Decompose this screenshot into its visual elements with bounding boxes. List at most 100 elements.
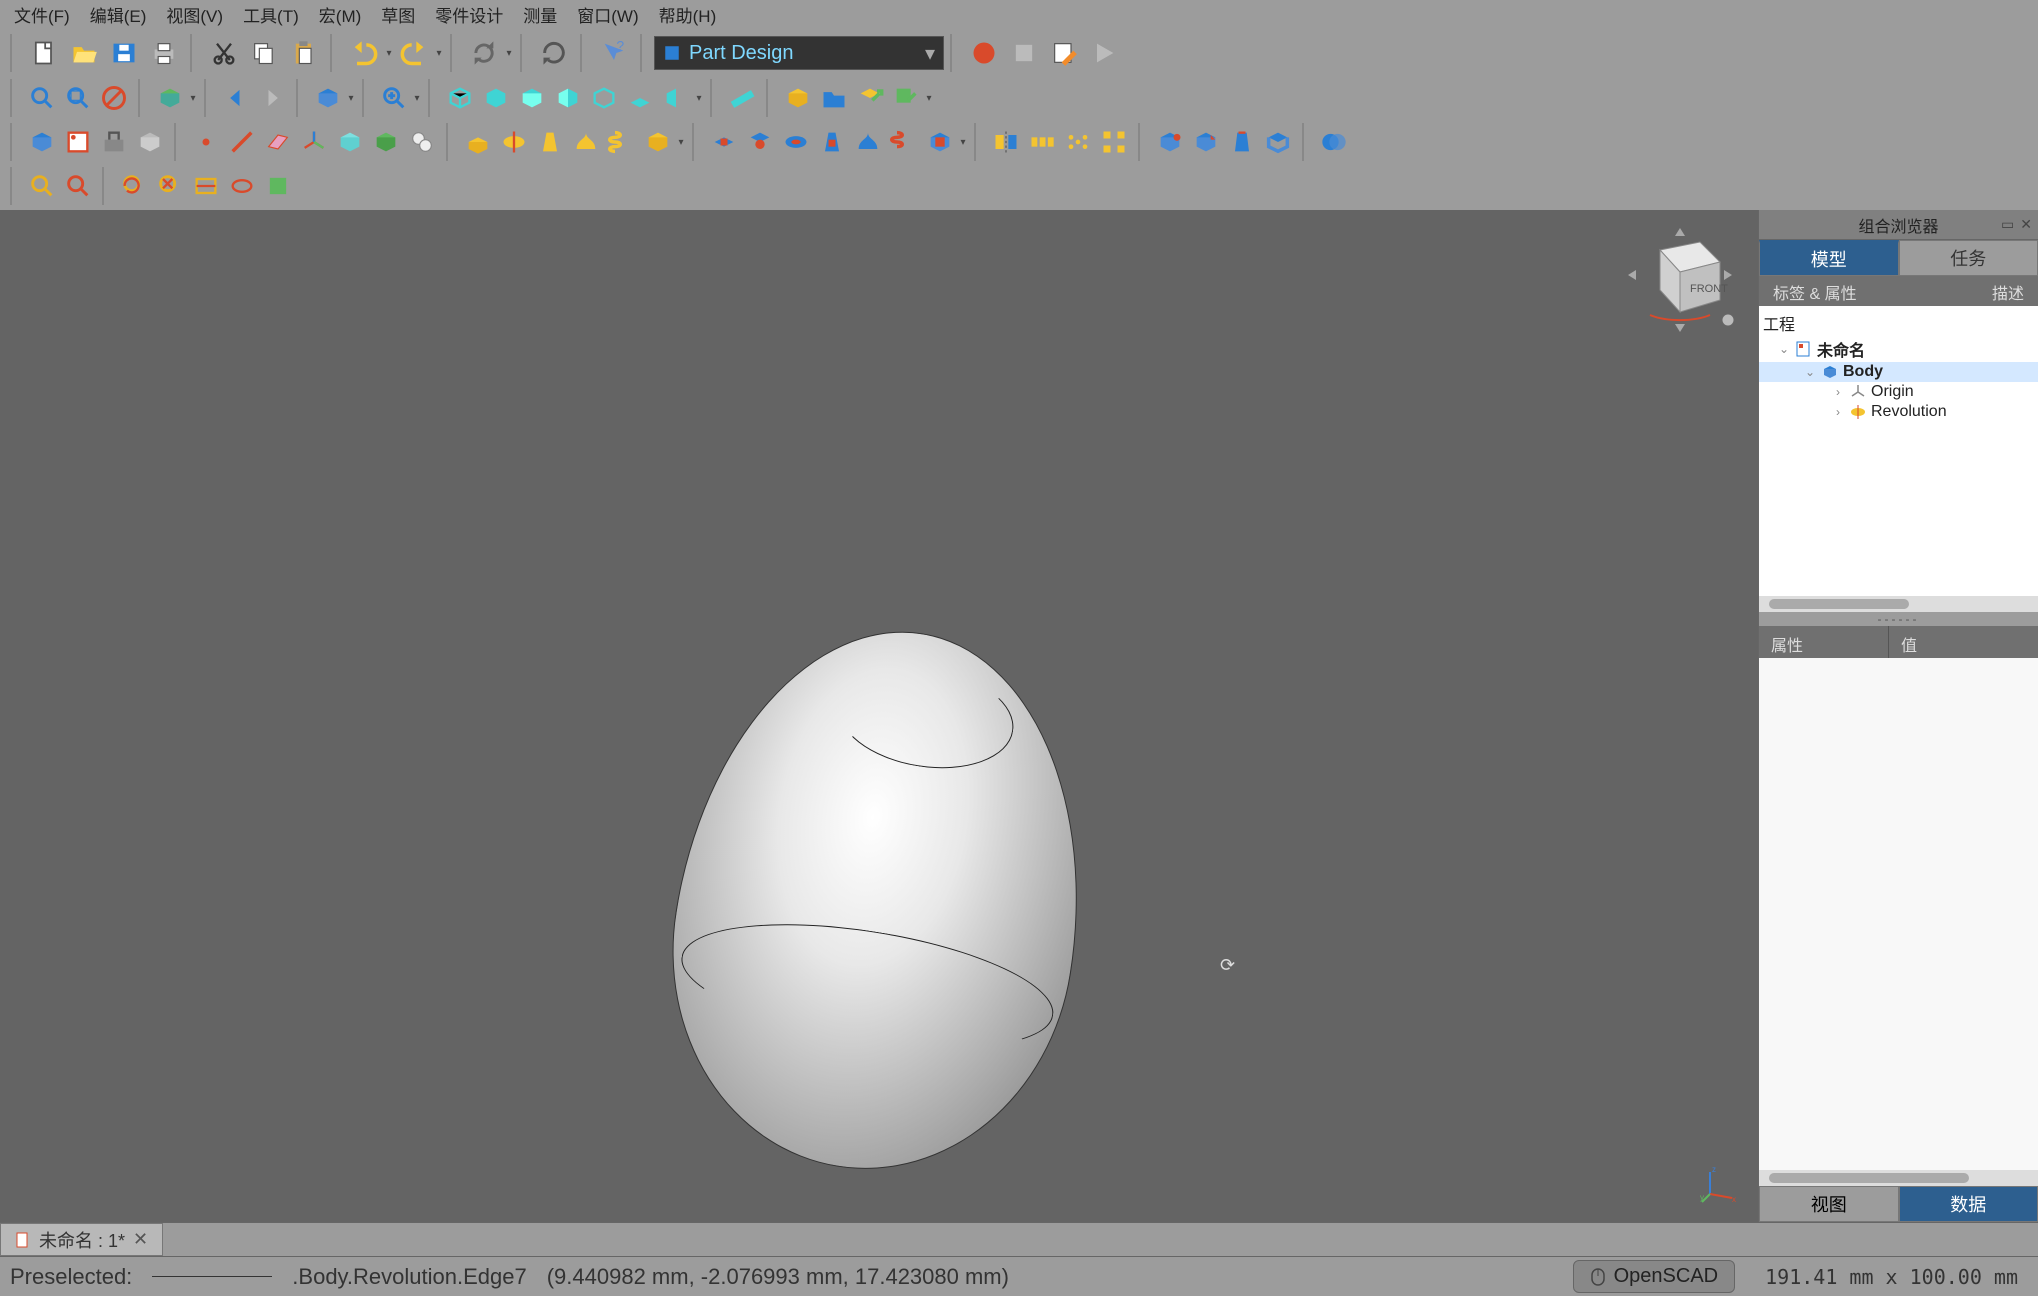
nav-back-button[interactable] [218,80,254,116]
view-rear-button[interactable] [586,80,622,116]
measure-refresh-button[interactable] [116,168,152,204]
linear-pattern-button[interactable] [1024,124,1060,160]
mirror-button[interactable] [988,124,1024,160]
link-view-dropdown[interactable]: ▾ [346,93,356,104]
model-tree[interactable]: 工程 ⌄ 未命名 ⌄ Body › Origin › Revolution [1759,306,2038,596]
expander-icon[interactable]: › [1831,385,1845,399]
sweep-button[interactable] [568,124,604,160]
pocket-button[interactable] [706,124,742,160]
tree-body[interactable]: ⌄ Body [1759,362,2038,382]
expander-icon[interactable]: ⌄ [1803,365,1817,379]
measure-clear-button[interactable] [152,168,188,204]
datum-plane-button[interactable] [260,124,296,160]
groove-button[interactable] [778,124,814,160]
new-file-button[interactable] [24,33,64,73]
zoom-fit-button[interactable] [24,80,60,116]
additive-primitive-dropdown[interactable]: ▾ [676,137,686,148]
subtractive-primitive-dropdown[interactable]: ▾ [958,137,968,148]
boolean-button[interactable] [1316,124,1352,160]
map-sketch-button[interactable] [132,124,168,160]
recompute-button[interactable] [534,33,574,73]
helix-button[interactable] [604,124,640,160]
zoom-selection-button[interactable] [60,80,96,116]
measure-toggle-3d-button[interactable] [224,168,260,204]
revolution-button[interactable] [496,124,532,160]
menu-view[interactable]: 视图(V) [156,0,233,31]
expander-icon[interactable]: ⌄ [1777,342,1791,356]
group-button[interactable] [816,80,852,116]
tab-model[interactable]: 模型 [1759,240,1899,276]
revolution-solid[interactable] [680,630,1080,1170]
view-bottom-button[interactable] [622,80,658,116]
create-sketch-button[interactable] [60,124,96,160]
menu-help[interactable]: 帮助(H) [649,0,727,31]
refresh-button[interactable] [464,33,504,73]
measure-toggle-all-button[interactable] [188,168,224,204]
tree-document[interactable]: ⌄ 未命名 [1759,336,2038,362]
fillet-button[interactable] [1152,124,1188,160]
menu-tools[interactable]: 工具(T) [233,0,309,31]
polar-pattern-button[interactable] [1060,124,1096,160]
panel-splitter[interactable]: ------ [1759,612,2038,626]
additive-primitive-button[interactable] [640,124,676,160]
link-actions-dropdown[interactable]: ▾ [924,93,934,104]
subshapebinder-button[interactable] [368,124,404,160]
property-col-value[interactable]: 值 [1889,626,1929,658]
open-file-button[interactable] [64,33,104,73]
subtractive-primitive-button[interactable] [922,124,958,160]
navigation-cube[interactable]: FRONT [1620,220,1740,340]
measure-linear-button[interactable] [24,168,60,204]
zoom-in-dropdown[interactable]: ▾ [412,93,422,104]
shapebinder-button[interactable] [332,124,368,160]
macro-play-button[interactable] [1084,33,1124,73]
menu-partdesign[interactable]: 零件设计 [425,0,513,31]
menu-edit[interactable]: 编辑(E) [80,0,157,31]
view-top-button[interactable] [514,80,550,116]
clone-button[interactable] [404,124,440,160]
macro-edit-button[interactable] [1044,33,1084,73]
3d-viewport[interactable]: ⟳ FRONT z x y [0,210,1758,1222]
view-dropdown[interactable]: ▾ [694,93,704,104]
tab-view[interactable]: 视图 [1759,1186,1899,1222]
view-front-button[interactable] [478,80,514,116]
loft-button[interactable] [532,124,568,160]
undo-button[interactable] [344,33,384,73]
part-button[interactable] [780,80,816,116]
edit-sketch-button[interactable] [96,124,132,160]
cut-button[interactable] [204,33,244,73]
document-tab[interactable]: 未命名 : 1* ✕ [0,1223,163,1256]
copy-button[interactable] [244,33,284,73]
link-actions-button[interactable] [888,80,924,116]
create-body-button[interactable] [24,124,60,160]
menu-macro[interactable]: 宏(M) [309,0,371,31]
zoom-in-button[interactable] [376,80,412,116]
tree-revolution[interactable]: › Revolution [1759,402,2038,422]
datum-line-button[interactable] [224,124,260,160]
close-tab-icon[interactable]: ✕ [133,1229,148,1250]
navigation-style-button[interactable]: OpenSCAD [1573,1260,1736,1293]
draft-button[interactable] [1224,124,1260,160]
menu-measure[interactable]: 测量 [513,0,567,31]
tab-tasks[interactable]: 任务 [1899,240,2038,276]
tab-data[interactable]: 数据 [1899,1186,2038,1222]
tree-header-desc[interactable]: 描述 [1978,276,2038,306]
view-left-button[interactable] [658,80,694,116]
view-iso-button[interactable] [442,80,478,116]
datum-cs-button[interactable] [296,124,332,160]
paste-button[interactable] [284,33,324,73]
macro-stop-button[interactable] [1004,33,1044,73]
whats-this-button[interactable]: ? [594,33,634,73]
panel-close-icon[interactable]: ✕ [2020,216,2032,233]
draw-style-dropdown[interactable]: ▾ [188,93,198,104]
save-button[interactable] [104,33,144,73]
multi-transform-button[interactable] [1096,124,1132,160]
measure-angular-button[interactable] [60,168,96,204]
macro-record-button[interactable] [964,33,1004,73]
property-body[interactable] [1759,658,2038,1170]
tree-origin[interactable]: › Origin [1759,382,2038,402]
nav-forward-button[interactable] [254,80,290,116]
sub-helix-button[interactable] [886,124,922,160]
sub-sweep-button[interactable] [850,124,886,160]
redo-dropdown[interactable]: ▾ [434,48,444,59]
prop-hscroll[interactable] [1759,1170,2038,1186]
